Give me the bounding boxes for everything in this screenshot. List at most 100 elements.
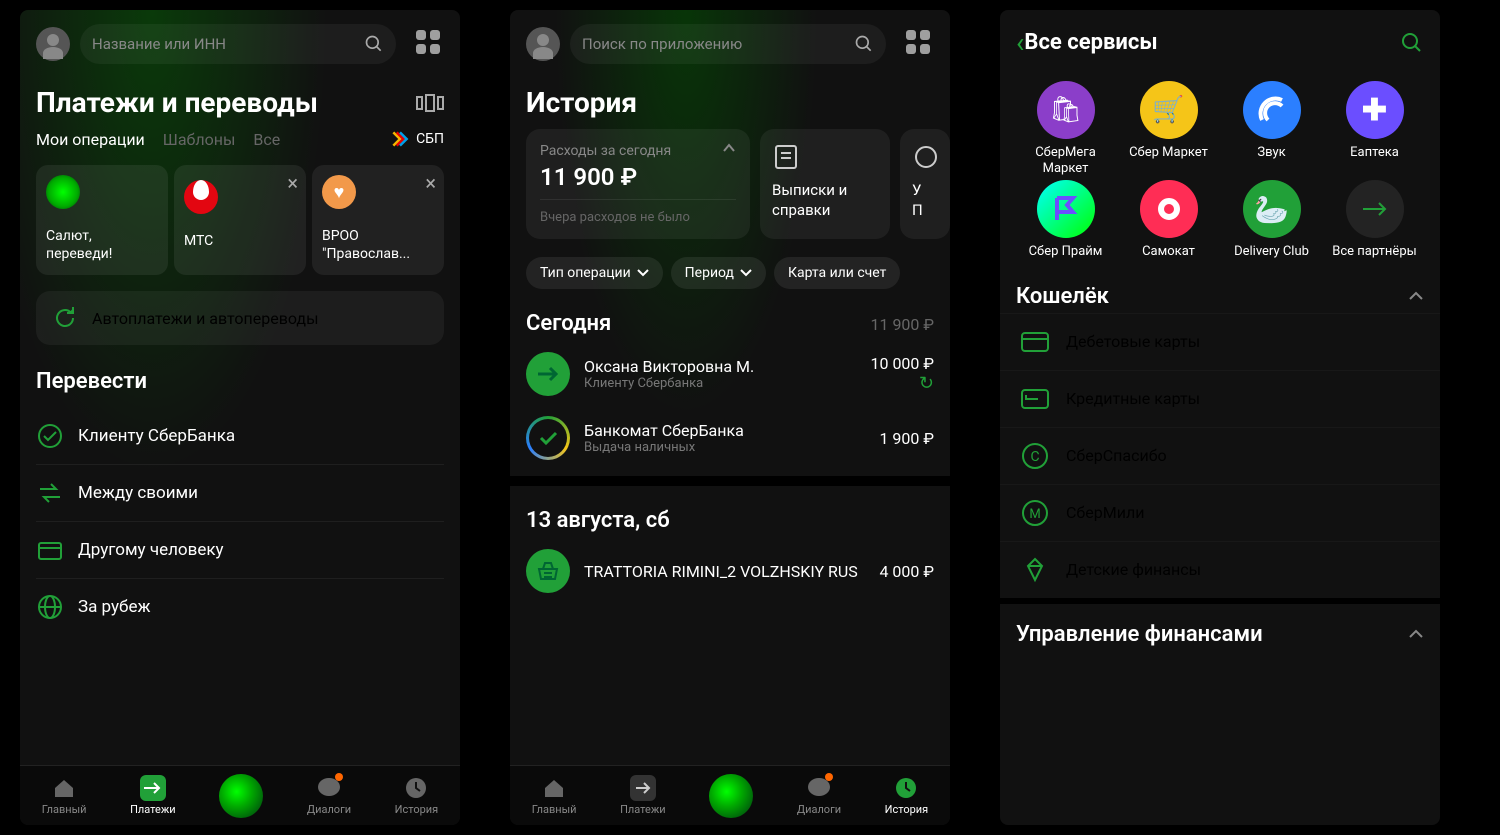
transaction-row[interactable]: Оксана Викторовна М. Клиенту Сбербанка 1… [510, 342, 950, 406]
wallet-debit[interactable]: Дебетовые карты [1000, 313, 1440, 370]
nav-label: Диалоги [307, 803, 351, 816]
search-icon[interactable] [1400, 31, 1424, 55]
filter-chips: Тип операции Период Карта или счет [510, 251, 950, 295]
expense-label-row: Расходы за сегодня [540, 143, 736, 159]
search-icon [364, 34, 384, 54]
svc-delivery-club[interactable]: 🦢Delivery Club [1222, 180, 1321, 260]
tx-sub: Выдача наличных [584, 440, 865, 455]
salute-icon [46, 175, 80, 209]
svc-sbermarket[interactable]: 🛒Сбер Маркет [1119, 81, 1218, 176]
date-label: Сегодня [526, 311, 611, 336]
finance-section-header[interactable]: Управление финансами [1000, 598, 1440, 651]
basket-icon [526, 549, 570, 593]
quick-card-vroo[interactable]: × ♥ ВРОО "Православ... [312, 165, 444, 275]
card-icon [1020, 327, 1050, 357]
tx-main: TRATTORIA RIMINI_2 VOLZHSKIY RUS [584, 562, 865, 581]
expense-card[interactable]: Расходы за сегодня 11 900 ₽ Вчера расход… [526, 129, 750, 239]
svc-zvuk[interactable]: Звук [1222, 81, 1321, 176]
chip-operation-type[interactable]: Тип операции [526, 257, 663, 289]
nav-label: Главный [532, 803, 577, 816]
sbp-label: СБП [416, 131, 444, 147]
search-input[interactable]: Название или ИНН [80, 24, 396, 64]
quick-card-mts[interactable]: × МТС [174, 165, 306, 275]
nav-payments[interactable]: Платежи [620, 775, 666, 816]
svc-all-partners[interactable]: Все партнёры [1325, 180, 1424, 260]
nav-history[interactable]: История [395, 775, 439, 816]
swap-icon [36, 479, 64, 507]
sbp-link[interactable]: СБП [390, 129, 444, 149]
mts-icon [184, 180, 218, 214]
svc-samokat[interactable]: Самокат [1119, 180, 1218, 260]
quick-label: ВРОО "Православ... [322, 227, 434, 263]
nav-payments[interactable]: Платежи [130, 775, 176, 816]
tx-amount: 4 000 ₽ [879, 562, 934, 581]
nav-home[interactable]: Главный [42, 775, 87, 816]
svc-label: Сбер Прайм [1029, 244, 1103, 260]
avatar[interactable] [526, 27, 560, 61]
transaction-row[interactable]: Банкомат СберБанка Выдача наличных 1 900… [510, 406, 950, 470]
transfer-between-own[interactable]: Между своими [36, 465, 444, 522]
wallet-kids[interactable]: Детские финансы [1000, 541, 1440, 598]
chip-card-account[interactable]: Карта или счет [774, 257, 900, 289]
title-text: Платежи и переводы [36, 86, 318, 119]
header: ‹ Все сервисы [1000, 10, 1440, 75]
tx-right: 10 000 ₽ ↻ [870, 354, 934, 394]
tab-my-operations[interactable]: Мои операции [36, 130, 145, 149]
svc-label: Сбер Маркет [1129, 145, 1208, 161]
nav-dialogs[interactable]: Диалоги [797, 775, 841, 816]
search-input[interactable]: Поиск по приложению [570, 24, 886, 64]
wallet-mili[interactable]: М СберМили [1000, 484, 1440, 541]
tab-templates[interactable]: Шаблоны [163, 130, 236, 149]
row-label: Детские финансы [1066, 560, 1201, 579]
back-icon[interactable]: ‹ [1016, 26, 1024, 59]
wallet-spasibo[interactable]: С СберСпасибо [1000, 427, 1440, 484]
statements-card[interactable]: Выписки и справки [760, 129, 890, 239]
page-title: Платежи и переводы [20, 78, 460, 123]
avatar[interactable] [36, 27, 70, 61]
nav-assistant[interactable] [709, 774, 753, 818]
cards-view-icon[interactable] [416, 94, 444, 112]
wallet-credit[interactable]: Кредитные карты [1000, 370, 1440, 427]
chevron-up-icon[interactable] [722, 143, 736, 153]
partial-card[interactable]: УП [900, 129, 950, 239]
nav-dialogs[interactable]: Диалоги [307, 775, 351, 816]
page-title: Все сервисы [1024, 30, 1400, 55]
card-icon [36, 536, 64, 564]
row-label: Между своими [78, 483, 198, 503]
summary-cards: Расходы за сегодня 11 900 ₽ Вчера расход… [510, 123, 950, 251]
svc-eapteka[interactable]: ✚Еаптека [1325, 81, 1424, 176]
tx-title: Банкомат СберБанка [584, 421, 865, 440]
nav-assistant[interactable] [219, 774, 263, 818]
section-title: Управление финансами [1016, 622, 1263, 647]
qr-icon[interactable] [906, 30, 934, 58]
svc-sbermegamarket[interactable]: 🛍СберМега Маркет [1016, 81, 1115, 176]
refresh-icon[interactable]: ↻ [870, 373, 934, 394]
bottom-nav: Главный Платежи Диалоги История [510, 765, 950, 825]
transfer-sber-client[interactable]: Клиенту СберБанка [36, 408, 444, 465]
wallet-section-header[interactable]: Кошелёк [1000, 270, 1440, 313]
header: Название или ИНН [20, 10, 460, 78]
quick-cards: Салют, переведи! × МТС × ♥ ВРОО "Правосл… [20, 159, 460, 281]
qr-icon[interactable] [416, 30, 444, 58]
home-icon [541, 775, 567, 801]
transaction-row[interactable]: TRATTORIA RIMINI_2 VOLZHSKIY RUS 4 000 ₽ [510, 539, 950, 603]
close-icon[interactable]: × [287, 171, 298, 195]
nav-label: Платежи [130, 803, 176, 816]
chip-period[interactable]: Период [671, 257, 766, 289]
wave-icon [1243, 81, 1301, 139]
row-label: СберСпасибо [1066, 446, 1167, 465]
search-icon [854, 34, 874, 54]
quick-card-salute[interactable]: Салют, переведи! [36, 165, 168, 275]
close-icon[interactable]: × [425, 171, 436, 195]
transfer-abroad[interactable]: За рубеж [36, 579, 444, 635]
tab-all[interactable]: Все [253, 130, 280, 149]
svc-sberprime[interactable]: Сбер Прайм [1016, 180, 1115, 260]
autopay-link[interactable]: Автоплатежи и автопереводы [36, 291, 444, 345]
bag-icon: 🛍 [1037, 81, 1095, 139]
history-screen: Поиск по приложению История Расходы за с… [510, 10, 950, 825]
diamond-icon [1020, 555, 1050, 585]
nav-history[interactable]: История [885, 775, 929, 816]
nav-home[interactable]: Главный [532, 775, 577, 816]
svc-label: Звук [1257, 145, 1285, 161]
transfer-other-person[interactable]: Другому человеку [36, 522, 444, 579]
